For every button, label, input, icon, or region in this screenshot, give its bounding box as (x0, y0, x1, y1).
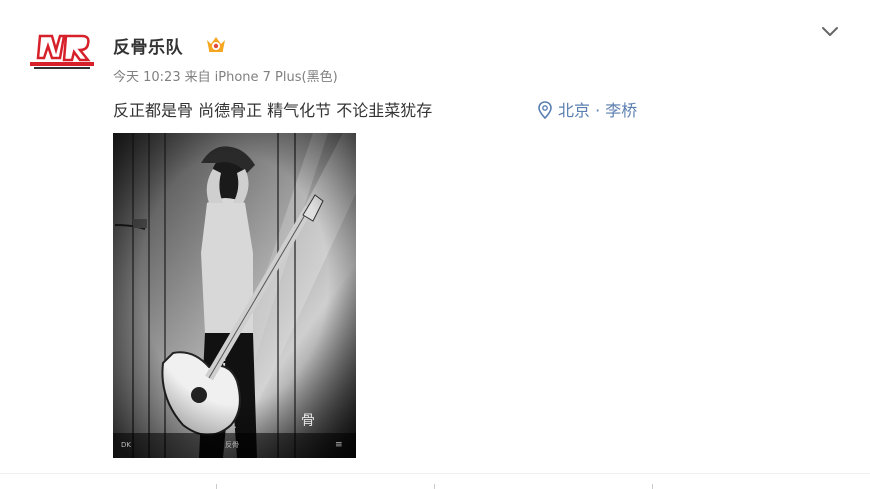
post-meta: 今天 10:23 来自 iPhone 7 Plus(黑色) (113, 66, 342, 85)
action-divider (434, 484, 435, 489)
footer-divider (0, 473, 870, 474)
avatar[interactable] (24, 24, 100, 76)
photo-watermark: 骨 (301, 413, 315, 429)
photo-corner-center: 反骨 (225, 440, 239, 449)
photo-corner-right: ≡ (335, 440, 343, 450)
vip-crown-icon[interactable] (204, 34, 228, 54)
location-pin-icon (538, 101, 552, 119)
action-divider (216, 484, 217, 489)
post-time[interactable]: 今天 10:23 (113, 70, 181, 85)
source-prefix: 来自 (184, 70, 211, 85)
chevron-down-icon[interactable] (817, 18, 843, 44)
weibo-post-card: 反骨乐队 今天 10:23 来自 iPhone 7 Plus(黑色) 反正都是骨 尚… (0, 0, 870, 489)
post-photo[interactable]: 骨 DK 反骨 ≡ (113, 133, 356, 458)
photo-corner-left: DK (121, 441, 131, 449)
band-logo-icon (30, 34, 94, 69)
location-text: 北京 · 李桥 (558, 101, 638, 120)
post-text: 反正都是骨 尚德骨正 精气化节 不论韭菜犹存 (113, 101, 433, 120)
action-divider (652, 484, 653, 489)
username[interactable]: 反骨乐队 (113, 33, 183, 58)
location-link[interactable]: 北京 · 李桥 (538, 97, 637, 121)
device-source[interactable]: iPhone 7 Plus(黑色) (215, 70, 338, 85)
guitarist-photo-image: 骨 DK 反骨 ≡ (113, 133, 356, 458)
